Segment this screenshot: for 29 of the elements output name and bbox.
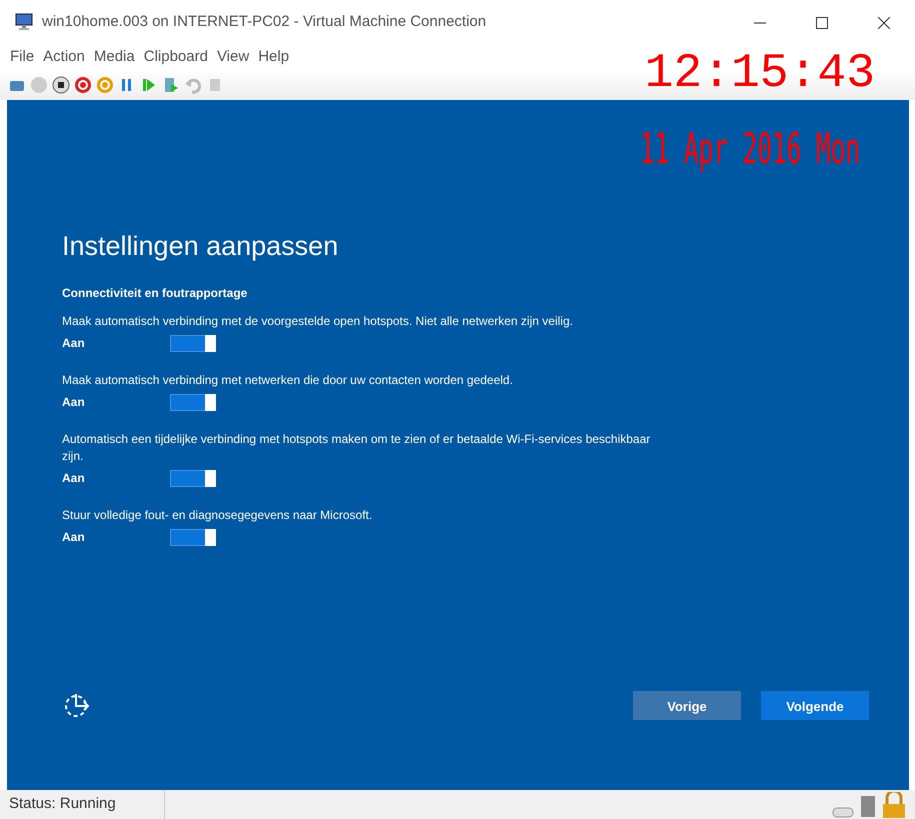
page-heading: Instellingen aanpassen (62, 230, 340, 262)
checkpoint-icon[interactable] (162, 76, 180, 94)
clock-overlay: 12:15:43 (644, 50, 875, 98)
setting-text: Maak automatisch verbinding met de voorgestelde open hotspots. Niet alle netwerken zijn veilig. (62, 313, 574, 330)
shutdown-icon[interactable] (74, 76, 92, 94)
toggle-switch[interactable] (170, 470, 216, 487)
toggle-switch[interactable] (170, 394, 216, 411)
menu-item[interactable]: Clipboard (144, 46, 208, 68)
stop-icon[interactable] (52, 76, 70, 94)
toggle-switch[interactable] (170, 334, 216, 352)
menu-item[interactable]: Help (258, 46, 290, 68)
toggle-label: Aan (62, 470, 86, 488)
window-title: win10home.003 on INTERNET-PC02 - Virtual Machine Connection (42, 12, 486, 32)
date-overlay: 11 Apr 2016 Mon (640, 128, 860, 170)
setting-text: Maak automatisch verbinding met netwerken die door uw contacten worden gedeeld. (62, 372, 514, 390)
next-button[interactable]: Volgende (761, 690, 869, 720)
toggle-label: Aan (62, 394, 86, 412)
setting-text: Stuur volledige fout- en diagnosegegevens naar Microsoft. (62, 507, 374, 524)
toggle-switch[interactable] (170, 528, 216, 546)
menu-item[interactable]: View (216, 46, 250, 68)
toggle-label: Aan (62, 335, 86, 352)
menu-item[interactable]: File (10, 46, 34, 68)
menu-item[interactable]: Media (94, 46, 135, 68)
setting-text: Automatisch een tijdelijke verbinding met hotspots maken om te zien of er betaalde Wi-Fi-services beschikbaar zijn. (62, 431, 652, 466)
back-button[interactable]: Vorige (633, 690, 741, 720)
section-title: Connectiviteit en foutrapportage (62, 285, 248, 302)
toggle-label: Aan (62, 529, 86, 546)
status-text: Status: Running (0, 790, 165, 819)
menu-item[interactable]: Action (43, 46, 85, 68)
